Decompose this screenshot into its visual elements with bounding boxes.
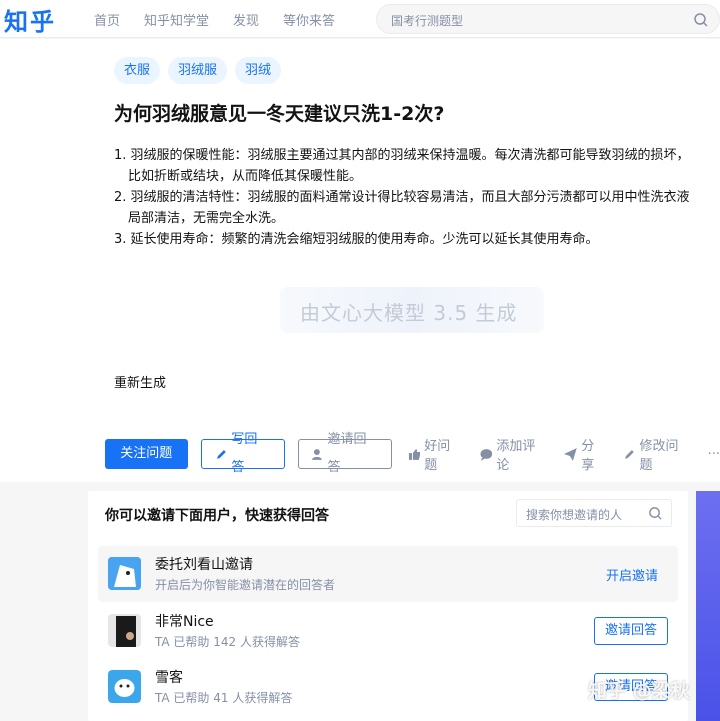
invite-answer-label: 邀请回答 (327, 432, 367, 475)
pencil-icon (624, 450, 634, 459)
user-desc: TA 已帮助 142 人获得解答 (155, 635, 300, 649)
invite-row: 委托刘看山邀请 开启后为你智能邀请潜在的回答者 开启邀请 (98, 546, 678, 602)
search-input[interactable]: 国考行测题型 (376, 4, 720, 34)
answer-item: 3. 延长使用寿命：频繁的清洗会缩短羽绒服的使用寿命。少洗可以延长其使用寿命。 (114, 232, 599, 247)
top-header: 知乎 首页 知乎知学堂 发现 等你来答 国考行测题型 (0, 0, 720, 38)
search-icon[interactable] (693, 12, 709, 28)
enable-invite-button[interactable]: 开启邀请 (606, 565, 658, 584)
topic-tags: 衣服 羽绒服 羽绒 (114, 57, 289, 84)
user-desc: 开启后为你智能邀请潜在的回答者 (155, 578, 336, 592)
nav-home[interactable]: 首页 (94, 10, 120, 29)
user-name[interactable]: 非常Nice (155, 611, 214, 631)
zhihu-logo[interactable]: 知乎 (4, 2, 56, 37)
invite-title: 你可以邀请下面用户，快速获得回答 (105, 508, 329, 524)
generated-by-text: 由文心大模型 3.5 生成 (300, 301, 518, 325)
good-question-button[interactable]: 好问题 (408, 435, 463, 473)
side-banner (696, 491, 720, 721)
write-answer-label: 写回答 (231, 432, 258, 475)
search-icon[interactable] (648, 506, 663, 521)
nav-xuetang[interactable]: 知乎知学堂 (144, 10, 209, 29)
answer-item: 1. 羽绒服的保暖性能：羽绒服主要通过其内部的羽绒来保持温暖。每次清洗都可能导致… (114, 148, 690, 184)
nav-discover[interactable]: 发现 (233, 10, 259, 29)
good-question-label: 好问题 (424, 439, 451, 473)
share-button[interactable]: 分享 (564, 435, 606, 473)
invite-answer-button[interactable]: 邀请回答 (593, 617, 668, 645)
avatar[interactable] (108, 670, 141, 703)
invite-row: 非常Nice TA 已帮助 142 人获得解答 邀请回答 (98, 603, 678, 659)
answer-item: 2. 羽绒服的清洁特性：羽绒服的面料通常设计得比较容易清洁，而且大部分污渍都可以… (114, 190, 690, 226)
add-comment-button[interactable]: 添加评论 (480, 435, 548, 473)
invite-answer-button[interactable]: 邀请回答 (297, 432, 392, 475)
topic-tag[interactable]: 羽绒 (235, 57, 282, 84)
topic-tag[interactable]: 衣服 (114, 57, 161, 84)
user-name[interactable]: 雪客 (155, 667, 183, 687)
avatar[interactable] (108, 614, 141, 647)
pencil-icon (216, 450, 226, 459)
liukanshan-avatar (108, 557, 141, 590)
regenerate-button[interactable]: 重新生成 (114, 372, 166, 391)
share-label: 分享 (581, 439, 595, 473)
send-icon (564, 447, 578, 461)
user-name[interactable]: 委托刘看山邀请 (155, 554, 253, 574)
generated-by-badge: 由文心大模型 3.5 生成 (280, 287, 544, 333)
user-desc: TA 已帮助 41 人获得解答 (155, 691, 293, 705)
thumb-up-icon (408, 448, 420, 460)
search-placeholder: 国考行测题型 (391, 14, 464, 28)
zhihu-watermark: 知乎 @梁秋 (588, 680, 690, 702)
invite-search-input[interactable]: 搜索你想邀请的人 (516, 499, 672, 527)
nav-waiting-answers[interactable]: 等你来答 (283, 10, 335, 29)
edit-question-label: 修改问题 (639, 439, 679, 473)
topic-tag[interactable]: 羽绒服 (168, 57, 228, 84)
write-answer-button[interactable]: 写回答 (200, 432, 285, 475)
ai-answer: 1. 羽绒服的保暖性能：羽绒服主要通过其内部的羽绒来保持温暖。每次清洗都可能导致… (114, 145, 694, 250)
invite-search-placeholder: 搜索你想邀请的人 (526, 508, 623, 522)
top-nav: 首页 知乎知学堂 发现 等你来答 (94, 10, 359, 29)
more-options-icon[interactable]: ··· (708, 447, 720, 462)
comment-icon (480, 448, 492, 461)
follow-question-button[interactable]: 关注问题 (105, 439, 188, 469)
question-title: 为何羽绒服意见一冬天建议只洗1-2次? (114, 103, 445, 125)
add-comment-label: 添加评论 (496, 439, 536, 473)
edit-question-button[interactable]: 修改问题 (624, 435, 691, 473)
question-card: 衣服 羽绒服 羽绒 为何羽绒服意见一冬天建议只洗1-2次? 1. 羽绒服的保暖性… (0, 39, 720, 482)
question-actions: 关注问题 写回答 邀请回答 好问题 添加评论 分享 修改问题 ··· (105, 432, 720, 475)
user-add-icon (311, 448, 322, 460)
